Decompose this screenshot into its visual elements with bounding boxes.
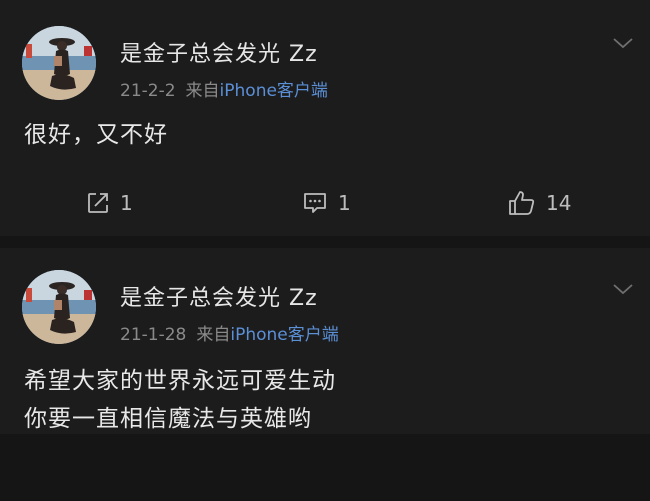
avatar[interactable] <box>22 270 96 344</box>
post-text-line: 你要一直相信魔法与英雄哟 <box>24 406 312 432</box>
post-content: 希望大家的世界永远可爱生动 你要一直相信魔法与英雄哟 <box>24 362 336 438</box>
source-client-link[interactable]: iPhone客户端 <box>230 325 338 345</box>
thumbs-up-icon <box>509 191 535 215</box>
comment-count: 1 <box>338 191 351 215</box>
author-name[interactable]: 是金子总会发光 Zz <box>120 36 318 68</box>
like-count: 14 <box>546 191 572 215</box>
post-content: 很好，又不好 <box>24 116 168 154</box>
avatar-photo-icon <box>22 270 96 344</box>
action-bar: 1 1 14 <box>0 186 650 220</box>
feed-bottom-area <box>0 434 650 501</box>
comment-button[interactable]: 1 <box>302 186 351 220</box>
post-meta: 21-2-2 来自iPhone客户端 <box>120 76 328 101</box>
author-name[interactable]: 是金子总会发光 Zz <box>120 280 318 312</box>
source-client-link[interactable]: iPhone客户端 <box>220 81 328 101</box>
avatar[interactable] <box>22 26 96 100</box>
repost-button[interactable]: 1 <box>86 186 133 220</box>
post-text-line: 希望大家的世界永远可爱生动 <box>24 368 336 394</box>
repost-count: 1 <box>120 191 133 215</box>
chevron-down-icon[interactable] <box>612 282 634 296</box>
post-time: 21-2-2 <box>120 81 176 101</box>
post-time: 21-1-28 <box>120 325 187 345</box>
repost-icon <box>88 193 108 213</box>
avatar-photo-icon <box>22 26 96 100</box>
like-button[interactable]: 14 <box>508 186 571 220</box>
comment-icon <box>304 193 326 213</box>
source-prefix: 来自 <box>196 325 231 345</box>
post-text-line: 很好，又不好 <box>24 122 168 148</box>
source-prefix: 来自 <box>185 81 220 101</box>
weibo-feed: 是金子总会发光 Zz 21-2-2 来自iPhone客户端 很好，又不好 1 1… <box>0 0 650 501</box>
chevron-down-icon[interactable] <box>612 36 634 50</box>
post-meta: 21-1-28 来自iPhone客户端 <box>120 320 339 345</box>
post-card[interactable]: 是金子总会发光 Zz 21-1-28 来自iPhone客户端 希望大家的世界永远可… <box>0 248 650 434</box>
post-card[interactable]: 是金子总会发光 Zz 21-2-2 来自iPhone客户端 很好，又不好 1 1… <box>0 0 650 236</box>
